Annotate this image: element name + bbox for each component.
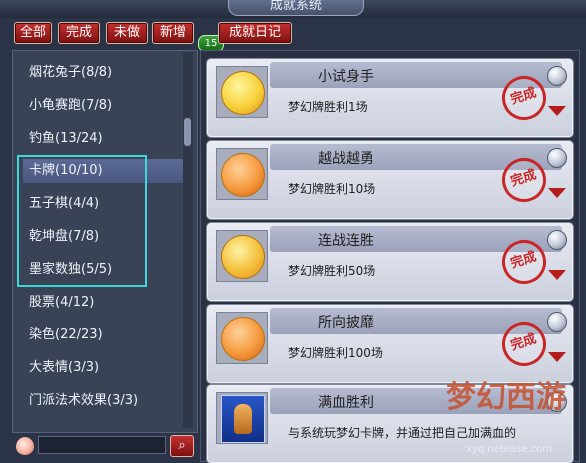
window-titlebar: 成就系统: [0, 0, 586, 18]
expand-arrow-icon[interactable]: [548, 270, 566, 280]
achievement-title: 满血胜利: [318, 395, 374, 411]
category-item[interactable]: 钓鱼(13/24): [29, 127, 103, 151]
smiley-icon: [221, 71, 265, 115]
category-item[interactable]: 烟花兔子(8/8): [29, 61, 112, 85]
search-button[interactable]: ⌕: [170, 435, 194, 457]
category-item[interactable]: 股票(4/12): [29, 291, 94, 315]
expand-arrow-icon[interactable]: [548, 352, 566, 362]
window-title: 成就系统: [228, 0, 364, 16]
achievement-description: 梦幻牌胜利10场: [288, 182, 376, 196]
peach-icon: [16, 437, 34, 455]
achievement-icon-frame: [216, 148, 268, 200]
expand-arrow-icon[interactable]: [548, 188, 566, 198]
category-item[interactable]: 大表情(3/3): [29, 356, 99, 380]
pin-icon[interactable]: [547, 148, 567, 168]
achievement-description: 梦幻牌胜利1场: [288, 100, 368, 114]
expand-arrow-icon[interactable]: [548, 106, 566, 116]
search-input[interactable]: [38, 436, 166, 454]
category-item[interactable]: 染色(22/23): [29, 323, 103, 347]
watermark-site-text: xyq.netease.com: [466, 444, 552, 455]
category-item[interactable]: 门派法术效果(3/3): [29, 389, 138, 413]
category-item[interactable]: 小龟赛跑(7/8): [29, 94, 112, 118]
selection-highlight-box: [17, 155, 147, 287]
category-scrollbar[interactable]: [183, 52, 193, 428]
tab-new[interactable]: 新增: [152, 22, 194, 44]
pin-icon[interactable]: [547, 66, 567, 86]
search-bar: ⌕: [14, 435, 194, 457]
achievement-icon-frame: [216, 66, 268, 118]
tired-face-icon: [221, 235, 265, 279]
achievement-card[interactable]: 越战越勇 梦幻牌胜利10场 完成: [207, 141, 573, 219]
pin-icon[interactable]: [547, 312, 567, 332]
tab-completed[interactable]: 完成: [58, 22, 100, 44]
tab-all[interactable]: 全部: [14, 22, 52, 44]
achievement-icon-frame: [216, 392, 268, 444]
achievement-title: 连战连胜: [318, 233, 374, 249]
achievement-description: 梦幻牌胜利50场: [288, 264, 376, 278]
tab-not-done[interactable]: 未做: [106, 22, 148, 44]
achievement-title: 小试身手: [318, 69, 374, 85]
achievement-icon-frame: [216, 230, 268, 282]
grin-face-icon: [221, 317, 265, 361]
achievement-title: 越战越勇: [318, 151, 374, 167]
angry-face-icon: [221, 153, 265, 197]
achievement-icon-frame: [216, 312, 268, 364]
card-icon: [221, 395, 265, 443]
tab-achievement-diary[interactable]: 成就日记: [218, 22, 292, 44]
achievement-title: 所向披靡: [318, 315, 374, 331]
achievement-card[interactable]: 小试身手 梦幻牌胜利1场 完成: [207, 59, 573, 137]
achievement-description: 梦幻牌胜利100场: [288, 346, 383, 360]
achievement-card[interactable]: 连战连胜 梦幻牌胜利50场 完成: [207, 223, 573, 301]
scrollbar-thumb[interactable]: [184, 118, 191, 146]
pin-icon[interactable]: [547, 230, 567, 250]
search-icon: ⌕: [178, 438, 186, 453]
